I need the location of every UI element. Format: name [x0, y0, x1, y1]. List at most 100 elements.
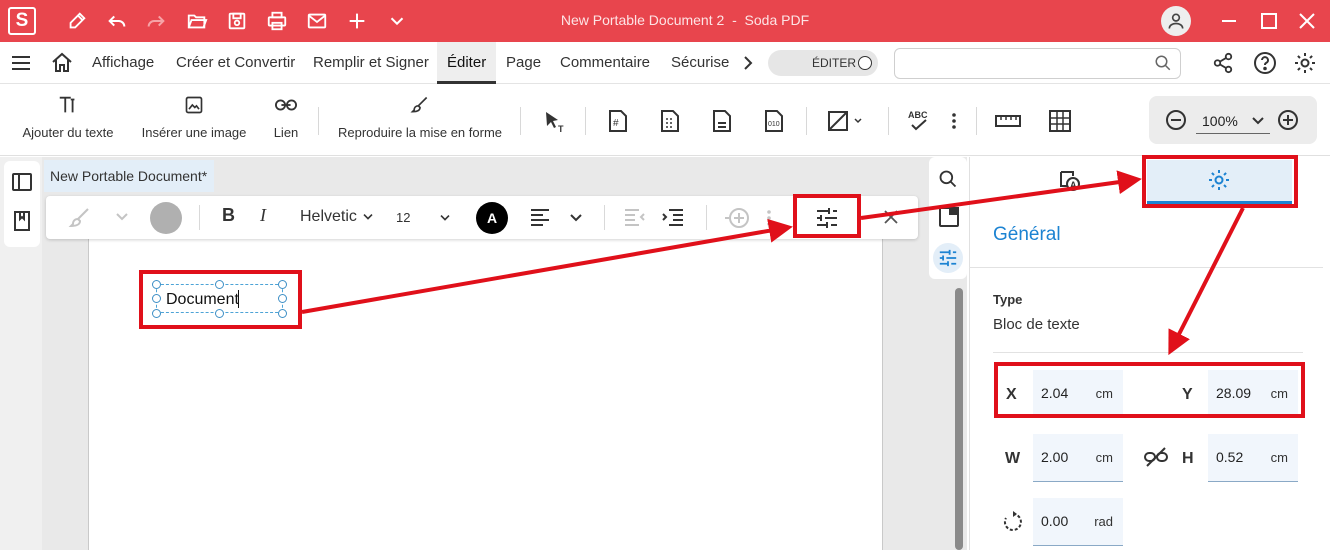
menu-page[interactable]: Page — [506, 42, 541, 84]
fill-color-swatch[interactable] — [150, 202, 182, 234]
text-color-button[interactable]: A — [476, 202, 508, 234]
unlink-ratio-icon[interactable] — [1143, 446, 1169, 473]
redact-icon[interactable] — [826, 107, 866, 135]
section-title: Général — [993, 224, 1061, 245]
annotation-box-settings-tab — [1142, 155, 1298, 208]
spellcheck-icon[interactable]: ABC — [906, 107, 934, 135]
link-button[interactable]: Lien — [270, 85, 302, 156]
separator — [318, 107, 319, 135]
menu-editer[interactable]: Éditer — [437, 42, 497, 84]
menu-remplir-signer[interactable]: Remplir et Signer — [313, 42, 429, 84]
svg-text:#: # — [613, 118, 619, 129]
binary-icon[interactable]: 010 — [760, 107, 788, 135]
zoom-select[interactable]: 100% — [1196, 108, 1270, 134]
highlight-brush-icon[interactable] — [68, 207, 92, 229]
separator — [706, 205, 707, 230]
font-size-select[interactable]: 12 — [396, 210, 451, 225]
select-text-icon[interactable]: T — [540, 107, 568, 135]
menu-commentaire[interactable]: Commentaire — [560, 42, 650, 84]
ruler-icon[interactable] — [994, 107, 1022, 135]
more-vertical-icon[interactable] — [766, 209, 772, 227]
add-circle-icon[interactable] — [724, 207, 752, 229]
insert-image-button[interactable]: Insérer une image — [142, 85, 246, 156]
w-value[interactable]: 2.00 — [1041, 449, 1068, 465]
bates-icon[interactable] — [656, 107, 684, 135]
chevron-down-icon[interactable] — [570, 213, 582, 223]
toggle-knob — [858, 56, 872, 70]
chevron-down-icon[interactable] — [116, 212, 128, 222]
vertical-scrollbar[interactable] — [955, 288, 963, 550]
zoom-value: 100% — [1202, 113, 1238, 129]
separator — [806, 107, 807, 135]
right-tool-strip — [929, 157, 967, 279]
svg-text:010: 010 — [768, 121, 780, 128]
accessibility-tab-icon[interactable]: A — [1058, 169, 1082, 198]
bold-button[interactable]: B — [222, 205, 235, 226]
edit-toggle-label: ÉDITER — [812, 56, 857, 70]
user-icon[interactable] — [1161, 6, 1191, 36]
chevron-right-icon[interactable] — [740, 55, 756, 76]
grid-icon[interactable] — [1046, 107, 1074, 135]
home-icon[interactable] — [50, 51, 74, 80]
page-panel-icon[interactable] — [939, 207, 959, 232]
align-left-icon[interactable] — [530, 208, 550, 226]
close-toolbar-icon[interactable] — [884, 210, 898, 224]
rotate-icon — [1003, 511, 1023, 538]
w-field[interactable]: 2.00 cm — [1033, 434, 1123, 482]
brush-icon — [410, 85, 430, 125]
separator — [976, 107, 977, 135]
close-icon[interactable] — [1294, 8, 1320, 34]
left-sidebar — [0, 157, 42, 550]
font-value: Helvetic — [300, 208, 357, 225]
h-field[interactable]: 0.52 cm — [1208, 434, 1298, 482]
more-vertical-icon[interactable] — [940, 107, 968, 135]
menu-securise[interactable]: Sécurise — [671, 42, 729, 84]
edit-mode-toggle[interactable]: ÉDITER — [768, 50, 878, 76]
outdent-icon[interactable] — [624, 208, 646, 226]
menu-affichage[interactable]: Affichage — [92, 42, 154, 84]
rotation-value[interactable]: 0.00 — [1041, 513, 1068, 529]
hamburger-icon[interactable] — [10, 52, 32, 79]
panel-toggle-icon[interactable] — [12, 173, 32, 196]
separator — [199, 205, 200, 230]
title-bar: S New Portable Document 2 - Soda PDF — [0, 0, 1330, 42]
add-text-button[interactable]: Ajouter du texte — [22, 85, 114, 156]
format-painter-button[interactable]: Reproduire la mise en forme — [338, 85, 502, 156]
menu-creer-convertir[interactable]: Créer et Convertir — [176, 42, 295, 84]
font-select[interactable]: Helvetic — [300, 208, 373, 226]
search-icon[interactable] — [1154, 54, 1172, 77]
type-label: Type — [993, 292, 1023, 307]
rotation-unit: rad — [1094, 514, 1113, 529]
settings-icon[interactable] — [1293, 51, 1317, 80]
page-number-icon[interactable]: # — [604, 107, 632, 135]
minimize-icon[interactable] — [1216, 8, 1242, 34]
zoom-out-icon[interactable] — [1165, 109, 1187, 136]
link-label: Lien — [273, 125, 299, 140]
ribbon-toolbar: Ajouter du texte Insérer une image Lien … — [0, 85, 1330, 156]
font-size-value: 12 — [396, 210, 411, 225]
share-icon[interactable] — [1212, 52, 1234, 79]
help-icon[interactable] — [1253, 51, 1277, 80]
menu-bar: Affichage Créer et Convertir Remplir et … — [0, 42, 1330, 84]
italic-button[interactable]: I — [260, 205, 266, 226]
document-tab[interactable]: New Portable Document* — [44, 160, 214, 192]
annotation-box-properties-button — [793, 194, 861, 238]
separator — [520, 107, 521, 135]
h-value[interactable]: 0.52 — [1216, 449, 1243, 465]
indent-icon[interactable] — [662, 208, 684, 226]
search-input[interactable] — [895, 49, 1145, 78]
app-name: Soda PDF — [744, 12, 810, 28]
header-footer-icon[interactable] — [708, 107, 736, 135]
zoom-chevron-icon — [1252, 117, 1264, 125]
document-name: New Portable Document 2 — [560, 12, 725, 28]
search-field[interactable] — [894, 48, 1181, 79]
properties-panel: A — [969, 157, 1330, 550]
bookmark-icon[interactable] — [13, 211, 31, 236]
properties-panel-icon[interactable] — [933, 243, 963, 273]
zoom-in-icon[interactable] — [1277, 109, 1299, 136]
w-label: W — [1005, 450, 1021, 467]
svg-text:A: A — [1070, 180, 1077, 190]
rotation-field[interactable]: 0.00 rad — [1033, 498, 1123, 546]
search-icon[interactable] — [938, 169, 958, 194]
maximize-icon[interactable] — [1256, 8, 1282, 34]
